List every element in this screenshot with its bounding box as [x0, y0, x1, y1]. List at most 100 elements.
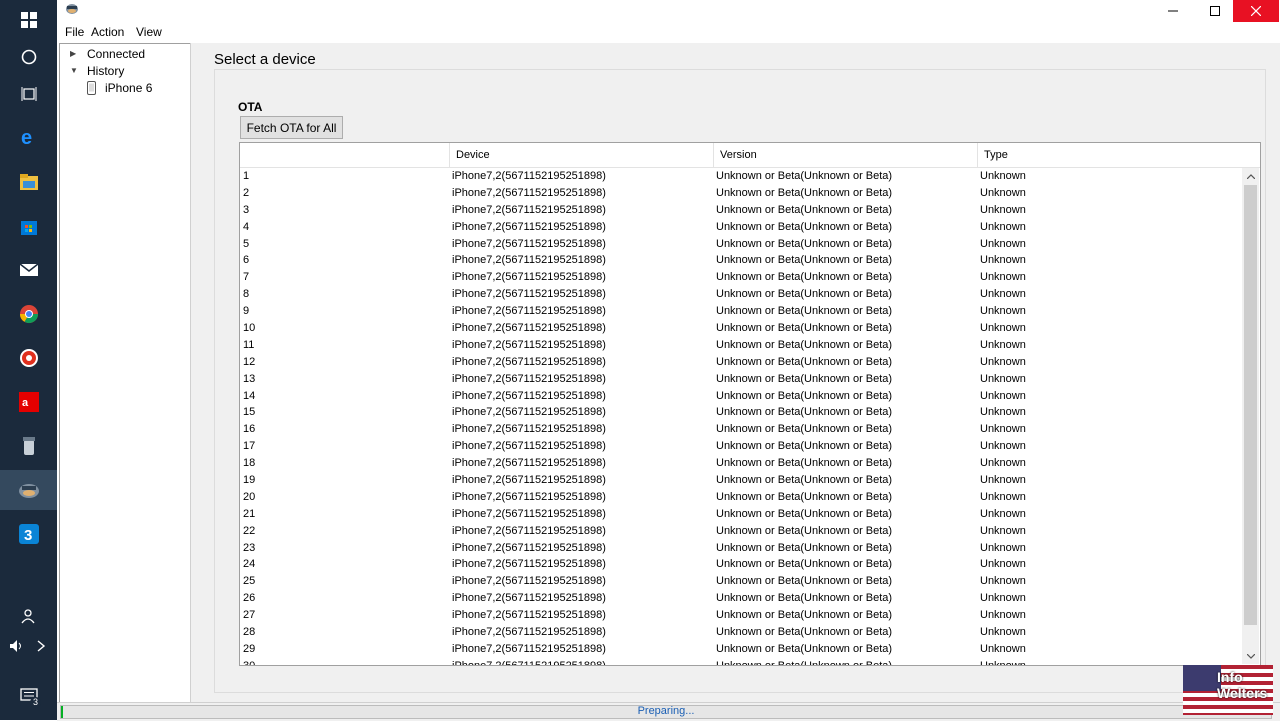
- table-row[interactable]: 18 iPhone7,2(5671152195251898) Unknown or …: [240, 455, 1242, 472]
- column-header-index[interactable]: [240, 143, 449, 167]
- scroll-up-icon[interactable]: [1242, 168, 1259, 184]
- table-row[interactable]: 23 iPhone7,2(5671152195251898) Unknown or …: [240, 540, 1242, 557]
- device-cell: iPhone7,2(5671152195251898): [452, 186, 606, 199]
- tree-item-iphone-6[interactable]: iPhone 6: [87, 80, 187, 96]
- menu-action[interactable]: Action: [91, 25, 124, 39]
- windows-icon[interactable]: [0, 0, 57, 40]
- table-row[interactable]: 29 iPhone7,2(5671152195251898) Unknown or …: [240, 641, 1242, 658]
- airtel-icon[interactable]: a: [0, 382, 57, 422]
- status-bar: Preparing...: [57, 702, 1280, 721]
- table-row[interactable]: 24 iPhone7,2(5671152195251898) Unknown or …: [240, 556, 1242, 573]
- notification-count: 3: [30, 697, 41, 708]
- version-cell: Unknown or Beta(Unknown or Beta): [716, 626, 893, 639]
- version-cell: Unknown or Beta(Unknown or Beta): [716, 524, 893, 537]
- notification-icon[interactable]: 3: [0, 676, 57, 716]
- row-index-cell: 11: [243, 338, 255, 351]
- device-cell: iPhone7,2(5671152195251898): [452, 609, 606, 622]
- type-cell: Unknown: [980, 220, 1026, 233]
- recorder-icon[interactable]: [0, 338, 57, 378]
- close-icon: [1251, 6, 1261, 16]
- table-row[interactable]: 21 iPhone7,2(5671152195251898) Unknown or …: [240, 506, 1242, 523]
- menu-view[interactable]: View: [136, 25, 162, 39]
- column-header-type[interactable]: Type: [977, 143, 1242, 167]
- collapse-arrow-icon[interactable]: ▼: [70, 63, 78, 79]
- edge-icon[interactable]: e: [0, 117, 57, 157]
- menu-file[interactable]: File: [65, 25, 84, 39]
- version-cell: Unknown or Beta(Unknown or Beta): [716, 490, 893, 503]
- chevron-right-icon[interactable]: [27, 626, 55, 666]
- table-row[interactable]: 11 iPhone7,2(5671152195251898) Unknown or …: [240, 337, 1242, 354]
- table-row[interactable]: 3 iPhone7,2(5671152195251898) Unknown or B…: [240, 202, 1242, 219]
- table-row[interactable]: 4 iPhone7,2(5671152195251898) Unknown or B…: [240, 219, 1242, 236]
- table-row[interactable]: 2 iPhone7,2(5671152195251898) Unknown or B…: [240, 185, 1242, 202]
- table-row[interactable]: 19 iPhone7,2(5671152195251898) Unknown or …: [240, 472, 1242, 489]
- mail-icon[interactable]: [0, 250, 57, 290]
- table-row[interactable]: 17 iPhone7,2(5671152195251898) Unknown or …: [240, 438, 1242, 455]
- row-index-cell: 3: [243, 203, 250, 216]
- file-explorer-icon[interactable]: [0, 162, 57, 202]
- table-row[interactable]: 27 iPhone7,2(5671152195251898) Unknown or …: [240, 607, 1242, 624]
- row-index-cell: 18: [243, 457, 256, 470]
- fetch-ota-button[interactable]: Fetch OTA for All: [240, 116, 343, 139]
- device-cell: iPhone7,2(5671152195251898): [452, 338, 606, 351]
- vertical-scrollbar[interactable]: [1242, 168, 1259, 664]
- store-icon[interactable]: [0, 206, 57, 246]
- table-row[interactable]: 8 iPhone7,2(5671152195251898) Unknown or B…: [240, 286, 1242, 303]
- row-index-cell: 23: [243, 541, 256, 554]
- device-cell: iPhone7,2(5671152195251898): [452, 642, 606, 655]
- title-bar[interactable]: [57, 0, 1280, 22]
- type-cell: Unknown: [980, 507, 1026, 520]
- version-cell: Unknown or Beta(Unknown or Beta): [716, 220, 893, 233]
- table-row[interactable]: 5 iPhone7,2(5671152195251898) Unknown or B…: [240, 236, 1242, 253]
- column-header-device[interactable]: Device: [449, 143, 713, 167]
- row-index-cell: 14: [243, 389, 256, 402]
- expand-arrow-icon[interactable]: ▶: [70, 46, 76, 62]
- scrollbar-thumb[interactable]: [1244, 185, 1257, 625]
- table-row[interactable]: 28 iPhone7,2(5671152195251898) Unknown or …: [240, 624, 1242, 641]
- menu-bar: File Action View: [57, 22, 1280, 42]
- row-index-cell: 17: [243, 440, 256, 453]
- table-row[interactable]: 26 iPhone7,2(5671152195251898) Unknown or …: [240, 590, 1242, 607]
- device-cell: iPhone7,2(5671152195251898): [452, 423, 606, 436]
- device-cell: iPhone7,2(5671152195251898): [452, 558, 606, 571]
- type-cell: Unknown: [980, 355, 1026, 368]
- table-row[interactable]: 16 iPhone7,2(5671152195251898) Unknown or …: [240, 421, 1242, 438]
- device-cell: iPhone7,2(5671152195251898): [452, 220, 606, 233]
- version-cell: Unknown or Beta(Unknown or Beta): [716, 609, 893, 622]
- table-row[interactable]: 12 iPhone7,2(5671152195251898) Unknown or …: [240, 354, 1242, 371]
- jar-icon[interactable]: [0, 426, 57, 466]
- device-cell: iPhone7,2(5671152195251898): [452, 271, 606, 284]
- column-header-version[interactable]: Version: [713, 143, 977, 167]
- watermark-text: Info Welters: [1217, 669, 1268, 701]
- table-row[interactable]: 30 iPhone7,2(5671152195251898) Unknown or …: [240, 658, 1242, 666]
- status-text: Preparing...: [637, 705, 695, 717]
- app-icon[interactable]: [0, 470, 57, 510]
- table-row[interactable]: 1 iPhone7,2(5671152195251898) Unknown or B…: [240, 168, 1242, 185]
- table-row[interactable]: 6 iPhone7,2(5671152195251898) Unknown or B…: [240, 252, 1242, 269]
- table-row[interactable]: 25 iPhone7,2(5671152195251898) Unknown or …: [240, 573, 1242, 590]
- cortana-icon[interactable]: [0, 37, 57, 77]
- row-index-cell: 24: [243, 558, 256, 571]
- table-row[interactable]: 13 iPhone7,2(5671152195251898) Unknown or …: [240, 371, 1242, 388]
- table-row[interactable]: 22 iPhone7,2(5671152195251898) Unknown or …: [240, 523, 1242, 540]
- device-cell: iPhone7,2(5671152195251898): [452, 659, 606, 666]
- maximize-button[interactable]: [1192, 0, 1238, 22]
- type-cell: Unknown: [980, 592, 1026, 605]
- row-index-cell: 15: [243, 406, 256, 419]
- table-row[interactable]: 15 iPhone7,2(5671152195251898) Unknown or …: [240, 404, 1242, 421]
- version-cell: Unknown or Beta(Unknown or Beta): [716, 288, 893, 301]
- version-cell: Unknown or Beta(Unknown or Beta): [716, 474, 893, 487]
- scroll-down-icon[interactable]: [1242, 648, 1259, 664]
- type-cell: Unknown: [980, 372, 1026, 385]
- table-row[interactable]: 14 iPhone7,2(5671152195251898) Unknown or …: [240, 388, 1242, 405]
- svg-text:e: e: [21, 127, 32, 147]
- table-row[interactable]: 9 iPhone7,2(5671152195251898) Unknown or B…: [240, 303, 1242, 320]
- three-icon[interactable]: 3: [0, 514, 57, 554]
- table-row[interactable]: 10 iPhone7,2(5671152195251898) Unknown or …: [240, 320, 1242, 337]
- table-row[interactable]: 20 iPhone7,2(5671152195251898) Unknown or …: [240, 489, 1242, 506]
- close-button[interactable]: [1233, 0, 1279, 22]
- task-view-icon[interactable]: [0, 74, 57, 114]
- table-row[interactable]: 7 iPhone7,2(5671152195251898) Unknown or B…: [240, 269, 1242, 286]
- chrome-icon[interactable]: [0, 294, 57, 334]
- minimize-button[interactable]: [1150, 0, 1196, 22]
